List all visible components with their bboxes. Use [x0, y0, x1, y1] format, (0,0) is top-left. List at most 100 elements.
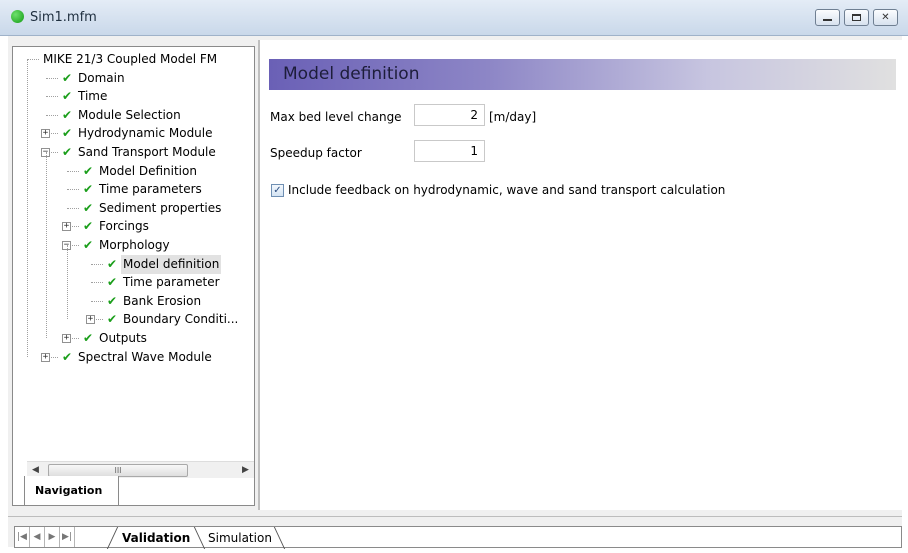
maximize-icon: [852, 14, 861, 21]
tree-connector: [27, 59, 39, 60]
tree-item[interactable]: ✔ Hydrodynamic Module: [60, 124, 215, 143]
checkmark-icon: ✓: [273, 185, 282, 196]
navigation-tree: MIKE 21/3 Coupled Model FM ✔ Domain ✔ Time ✔ M…: [13, 47, 254, 457]
tree-item[interactable]: ✔ Domain: [60, 69, 127, 88]
expand-icon[interactable]: +: [41, 352, 50, 362]
tree-item[interactable]: ✔ Forcings: [81, 217, 151, 236]
section-header: Model definition: [269, 59, 896, 90]
tree-item[interactable]: ✔ Model Definition: [81, 162, 199, 181]
scroll-right-icon[interactable]: ▶: [237, 462, 254, 479]
checkmark-icon: ✔: [82, 200, 94, 215]
checkmark-icon: ✔: [82, 219, 94, 234]
tree-connector: [46, 96, 58, 98]
checkmark-icon: ✔: [61, 70, 73, 85]
tab-navigation[interactable]: Navigation: [24, 476, 119, 506]
tree-item-label: Spectral Wave Module: [78, 349, 212, 364]
tree-connector: [67, 207, 79, 209]
next-tab-icon[interactable]: ▶: [45, 527, 60, 547]
checkmark-icon: ✔: [61, 349, 73, 364]
expand-icon[interactable]: +: [62, 222, 71, 232]
window-title: Sim1.mfm: [30, 10, 97, 25]
tab-simulation[interactable]: Simulation: [202, 529, 278, 547]
tree-item-label: Morphology: [99, 238, 170, 252]
tree-item-label: Time parameter: [123, 275, 220, 290]
tree-connector: [91, 263, 103, 265]
tree-connector: [46, 114, 58, 116]
tab-scroll-arrows: |◀ ◀ ▶ ▶|: [15, 527, 75, 547]
checkmark-icon: ✔: [82, 182, 94, 197]
tree-item[interactable]: ✔ Time: [60, 87, 109, 106]
checkmark-icon: ✔: [106, 293, 118, 308]
max-bed-level-unit: [m/day]: [489, 110, 537, 124]
tree-item-label: Outputs: [99, 331, 147, 345]
tree-item[interactable]: ✔ Bank Erosion: [105, 292, 203, 311]
tree-guide-line: [27, 59, 28, 357]
tree-item-label: Boundary Conditi...: [123, 312, 239, 327]
expand-icon[interactable]: +: [62, 334, 71, 343]
tree-item[interactable]: ✔ Sand Transport Module: [60, 143, 218, 162]
tree-item[interactable]: ✔ Time parameter: [105, 273, 222, 292]
maximize-button[interactable]: [844, 9, 869, 26]
checkmark-icon: ✔: [61, 145, 73, 159]
tree-item[interactable]: MIKE 21/3 Coupled Model FM: [41, 50, 219, 69]
tree-item-label: Module Selection: [78, 107, 181, 122]
tree-guide-line: [46, 152, 47, 338]
tree-item[interactable]: ✔ Module Selection: [60, 106, 183, 125]
checkmark-icon: ✔: [82, 238, 94, 252]
tree-item-label: Sediment properties: [99, 200, 222, 215]
expand-icon[interactable]: +: [41, 129, 50, 139]
max-bed-level-input[interactable]: [414, 104, 485, 126]
scroll-thumb[interactable]: III: [48, 463, 188, 477]
tree-item-label: MIKE 21/3 Coupled Model FM: [43, 52, 218, 66]
tree-connector: [67, 170, 79, 172]
checkmark-icon: ✔: [61, 89, 73, 104]
tree-guide-line: [67, 245, 68, 320]
checkmark-icon: ✔: [61, 107, 73, 122]
tree-item-label: Model Definition: [99, 163, 197, 178]
tree-item[interactable]: ✔ Boundary Conditi...: [105, 310, 240, 329]
tree-connector: [91, 300, 103, 302]
tree-item[interactable]: ✔ Morphology: [81, 236, 172, 255]
tree-item-label: Time parameters: [99, 182, 202, 197]
tab-validation[interactable]: Validation: [116, 529, 196, 547]
checkmark-icon: ✔: [106, 256, 118, 271]
checkmark-icon: ✔: [106, 312, 118, 327]
bottom-tabs: |◀ ◀ ▶ ▶| Validation Simulation: [14, 526, 902, 549]
tree-item[interactable]: ✔ Time parameters: [81, 180, 204, 199]
tree-connector: [46, 77, 58, 79]
max-bed-level-label: Max bed level change: [270, 110, 402, 124]
tree-connector: [91, 282, 103, 284]
tree-item-label: Time: [78, 89, 108, 104]
tree-item[interactable]: ✔ Model definition: [105, 254, 222, 274]
feedback-checkbox[interactable]: ✓: [271, 184, 284, 197]
navigation-pane: MIKE 21/3 Coupled Model FM ✔ Domain ✔ Time ✔ M…: [12, 46, 255, 506]
first-tab-icon[interactable]: |◀: [15, 527, 30, 547]
minimize-button[interactable]: [815, 9, 840, 26]
tree-item[interactable]: ✔ Outputs: [81, 329, 149, 348]
tree-item[interactable]: ✔ Spectral Wave Module: [60, 348, 214, 367]
feedback-checkbox-label: Include feedback on hydrodynamic, wave a…: [288, 183, 726, 197]
tree-connector: [67, 189, 79, 191]
tree-item-label: Model definition: [121, 254, 222, 274]
expand-icon[interactable]: +: [86, 315, 95, 325]
speedup-factor-label: Speedup factor: [270, 146, 362, 160]
tree-item-label: Bank Erosion: [123, 293, 202, 308]
checkmark-icon: ✔: [106, 275, 118, 290]
section-title: Model definition: [283, 64, 420, 84]
tree-item-label: Sand Transport Module: [78, 145, 216, 159]
tree-item-label: Forcings: [99, 219, 149, 234]
app-status-icon: [11, 10, 24, 23]
close-button[interactable]: ✕: [873, 9, 898, 26]
title-bar: Sim1.mfm ✕: [0, 0, 908, 36]
tree-item[interactable]: ✔ Sediment properties: [81, 199, 223, 218]
speedup-factor-input[interactable]: [414, 140, 485, 162]
minimize-icon: [823, 19, 832, 21]
close-icon: ✕: [881, 12, 890, 23]
tree-item-label: Hydrodynamic Module: [78, 126, 213, 141]
last-tab-icon[interactable]: ▶|: [60, 527, 75, 547]
prev-tab-icon[interactable]: ◀: [30, 527, 45, 547]
tree-item-label: Domain: [78, 70, 125, 85]
checkmark-icon: ✔: [82, 163, 94, 178]
checkmark-icon: ✔: [82, 331, 94, 345]
checkmark-icon: ✔: [61, 126, 73, 141]
